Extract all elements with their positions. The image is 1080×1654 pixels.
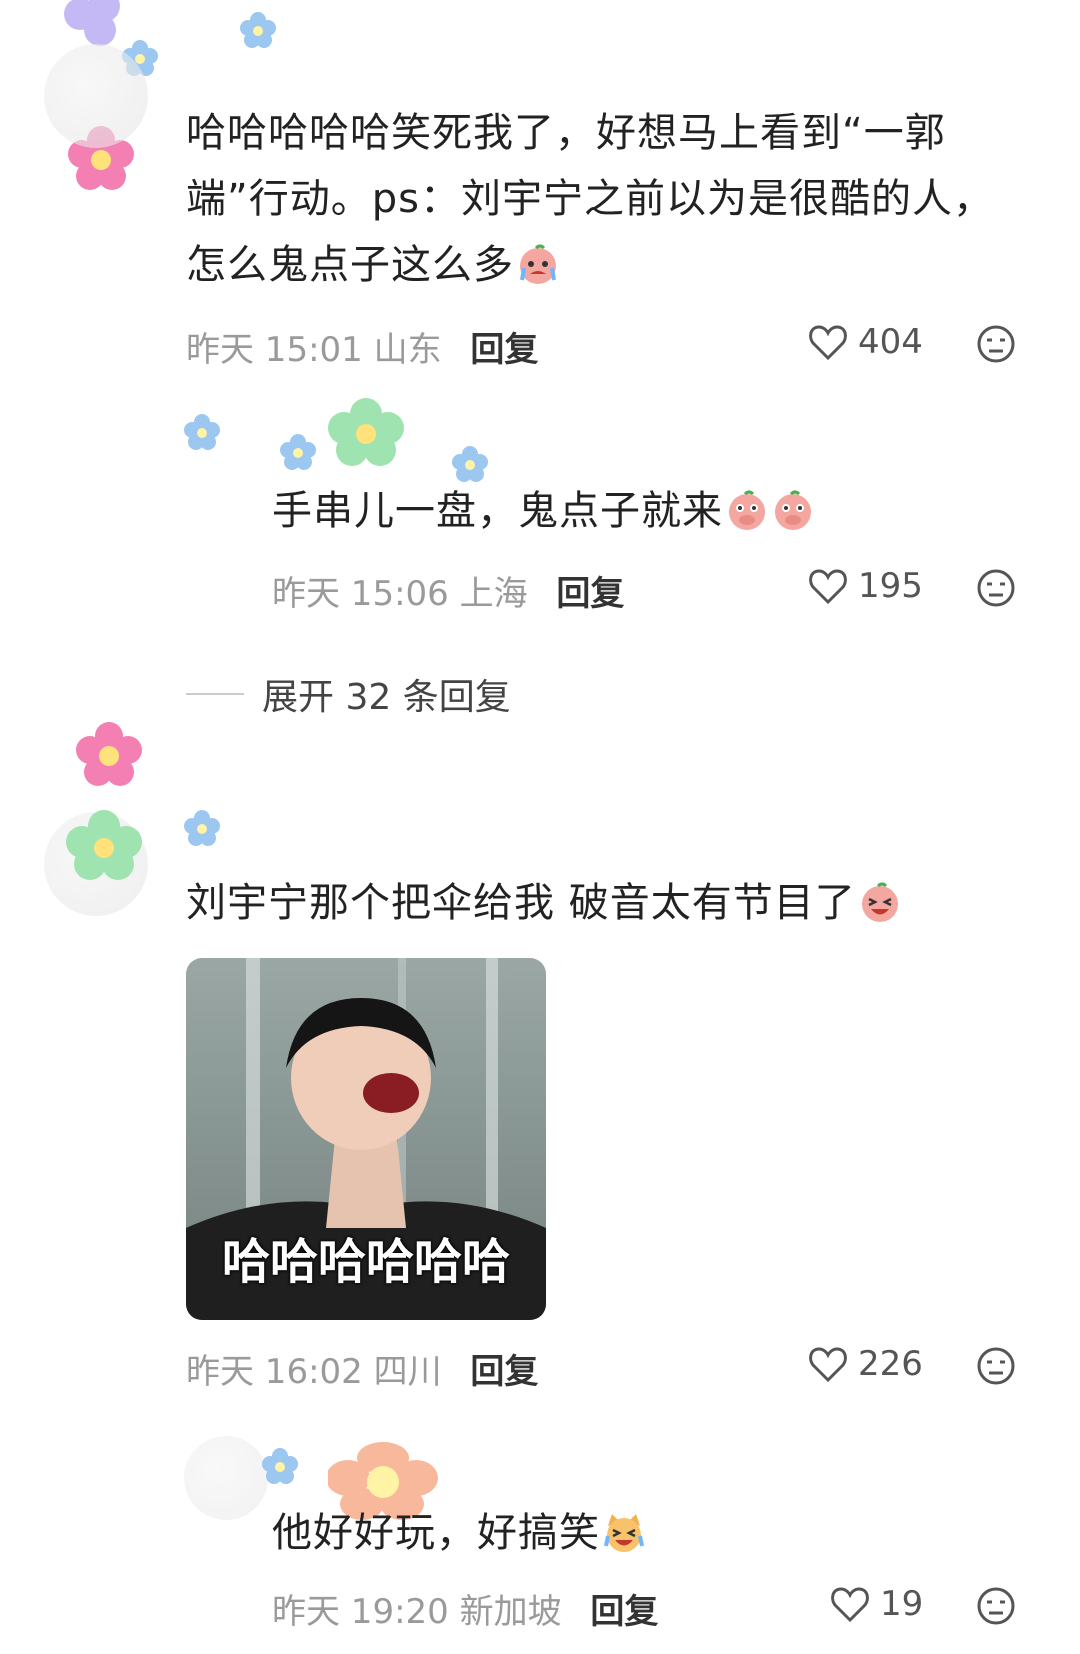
timestamp: 昨天 15:01 bbox=[186, 330, 363, 370]
laughing-peach-emoji bbox=[861, 882, 898, 922]
like-count: 226 bbox=[858, 1344, 923, 1384]
flower-decoration bbox=[262, 1448, 298, 1484]
neutral-face-icon[interactable] bbox=[976, 1346, 1016, 1386]
comment-meta: 昨天 16:02 四川 回复 bbox=[186, 1344, 538, 1393]
neutral-face-icon[interactable] bbox=[976, 1586, 1016, 1626]
like-count: 195 bbox=[858, 566, 923, 606]
flower-decoration bbox=[76, 722, 142, 786]
reply-text: 他好好玩，好搞笑 bbox=[272, 1500, 1012, 1566]
flower-decoration bbox=[328, 398, 404, 466]
flower-decoration bbox=[184, 810, 220, 846]
reply-button[interactable]: 回复 bbox=[470, 1352, 538, 1392]
like-button[interactable]: 195 bbox=[808, 566, 923, 606]
like-button[interactable]: 19 bbox=[830, 1584, 923, 1624]
flower-decoration bbox=[66, 810, 142, 880]
flower-decoration bbox=[184, 414, 220, 450]
reply-button[interactable]: 回复 bbox=[556, 574, 624, 614]
comment-text: 哈哈哈哈哈笑死我了，好想马上看到“一郭端”行动。ps：刘宇宁之前以为是很酷的人，… bbox=[186, 110, 994, 288]
like-button[interactable]: 404 bbox=[808, 322, 923, 362]
location: 新加坡 bbox=[459, 1592, 562, 1632]
reply-meta: 昨天 19:20 新加坡 回复 bbox=[272, 1584, 658, 1633]
reply-text: 手串儿一盘，鬼点子就来 bbox=[272, 478, 1012, 544]
laughing-cat-emoji bbox=[604, 1514, 644, 1552]
like-count: 404 bbox=[858, 322, 923, 362]
neutral-face-icon[interactable] bbox=[976, 568, 1016, 608]
peach-cover-mouth-emoji bbox=[775, 490, 811, 530]
expand-replies-button[interactable]: 展开 32 条回复 bbox=[186, 668, 511, 720]
timestamp: 昨天 15:06 bbox=[272, 574, 449, 614]
reply-button[interactable]: 回复 bbox=[470, 330, 538, 370]
expand-replies-label: 展开 32 条回复 bbox=[262, 677, 511, 718]
location: 山东 bbox=[373, 330, 442, 370]
comment-text: 刘宇宁那个把伞给我 破音太有节目了 bbox=[186, 870, 1026, 936]
heart-outline-icon bbox=[831, 1587, 869, 1623]
reply-meta: 昨天 15:06 上海 回复 bbox=[272, 566, 624, 615]
comment-image[interactable]: 哈哈哈哈哈哈 bbox=[186, 958, 546, 1320]
reply-button[interactable]: 回复 bbox=[590, 1592, 658, 1632]
comment-meta: 昨天 15:01 山东 回复 bbox=[186, 322, 538, 371]
image-caption: 哈哈哈哈哈哈 bbox=[222, 1234, 511, 1290]
neutral-face-icon[interactable] bbox=[976, 324, 1016, 364]
avatar[interactable] bbox=[44, 44, 148, 148]
flower-decoration bbox=[240, 12, 276, 48]
avatar[interactable] bbox=[184, 1436, 268, 1520]
heart-outline-icon bbox=[809, 325, 847, 361]
location: 四川 bbox=[373, 1352, 442, 1392]
heart-outline-icon bbox=[809, 1347, 847, 1383]
location: 上海 bbox=[459, 574, 528, 614]
flower-decoration bbox=[280, 434, 316, 470]
like-count: 19 bbox=[880, 1584, 924, 1624]
like-button[interactable]: 226 bbox=[808, 1344, 923, 1384]
timestamp: 昨天 19:20 bbox=[272, 1592, 449, 1632]
crying-peach-emoji bbox=[520, 244, 556, 284]
timestamp: 昨天 16:02 bbox=[186, 1352, 363, 1392]
divider bbox=[186, 693, 244, 695]
heart-outline-icon bbox=[809, 569, 847, 605]
peach-cover-mouth-emoji bbox=[729, 490, 765, 530]
